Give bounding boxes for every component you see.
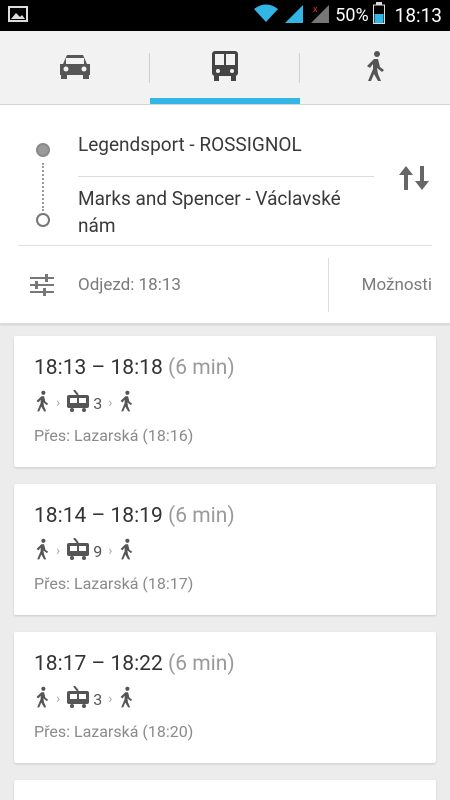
result-legs: › 9 › <box>34 537 416 564</box>
result-via: Přes: Lazarská (18:17) <box>34 574 194 593</box>
walk-icon <box>364 50 386 86</box>
chevron-right-icon: › <box>56 543 61 559</box>
walk-icon <box>34 686 50 712</box>
selected-tab-indicator <box>150 98 300 104</box>
departure-time-label: Odjezd: 18:13 <box>78 274 181 295</box>
results-list: 18:13 – 18:18 (6 min) › 3 › Přes: Lazars… <box>0 324 450 800</box>
swap-icon <box>397 164 431 196</box>
result-duration: (6 min) <box>168 652 235 676</box>
options-row: Odjezd: 18:13 Možnosti <box>18 245 432 323</box>
sliders-icon <box>18 273 74 296</box>
route-card: Legendsport - ROSSIGNOL Marks and Spence… <box>0 105 450 324</box>
tab-walk[interactable] <box>300 31 450 104</box>
gallery-notification-icon <box>8 5 28 26</box>
result-via: Přes: Lazarská (18:20) <box>34 722 194 741</box>
result-legs: › 3 › <box>34 685 416 712</box>
swap-button[interactable] <box>378 115 450 245</box>
result-times: 18:17 – 18:22 <box>34 652 163 676</box>
chevron-right-icon: › <box>108 395 113 411</box>
svg-text:x: x <box>313 4 318 14</box>
result-duration: (6 min) <box>168 356 235 380</box>
walk-icon <box>118 686 134 712</box>
result-duration: (6 min) <box>168 504 235 528</box>
destination-marker-icon <box>36 213 50 227</box>
status-bar: x 50% 18:13 <box>0 0 450 31</box>
tram-icon <box>66 537 90 564</box>
wifi-icon <box>253 3 279 28</box>
result-card[interactable]: 18:17 – 18:22 (6 min) › 3 › Přes: Lazars… <box>14 632 436 763</box>
result-times: 18:13 – 18:18 <box>34 356 163 380</box>
result-card[interactable]: 18:13 – 18:18 (6 min) › 3 › Přes: Lazars… <box>14 336 436 467</box>
result-card[interactable] <box>14 780 436 800</box>
line-number: 3 <box>93 689 103 709</box>
battery-icon <box>372 2 385 29</box>
route-dotted-line <box>42 163 44 211</box>
line-number: 3 <box>93 393 103 413</box>
travel-mode-tabs <box>0 31 450 105</box>
bus-icon <box>211 50 239 86</box>
walk-icon <box>118 538 134 564</box>
tab-transit[interactable] <box>150 31 300 104</box>
tab-car[interactable] <box>0 31 150 104</box>
origin-field[interactable]: Legendsport - ROSSIGNOL <box>78 115 374 177</box>
result-via: Přes: Lazarská (18:16) <box>34 426 194 445</box>
clock: 18:13 <box>394 4 442 27</box>
chevron-right-icon: › <box>56 691 61 707</box>
departure-time-button[interactable]: Odjezd: 18:13 <box>18 246 328 323</box>
tram-icon <box>66 389 90 416</box>
chevron-right-icon: › <box>56 395 61 411</box>
chevron-right-icon: › <box>108 543 113 559</box>
result-times: 18:14 – 18:19 <box>34 504 163 528</box>
result-legs: › 3 › <box>34 389 416 416</box>
walk-icon <box>118 390 134 416</box>
signal-no-sim-icon: x <box>309 3 331 28</box>
options-button[interactable]: Možnosti <box>328 257 432 312</box>
tram-icon <box>66 685 90 712</box>
route-markers <box>0 115 78 245</box>
car-icon <box>57 52 93 84</box>
route-inputs: Legendsport - ROSSIGNOL Marks and Spence… <box>0 105 450 245</box>
line-number: 9 <box>93 541 103 561</box>
origin-marker-icon <box>36 143 50 157</box>
walk-icon <box>34 538 50 564</box>
chevron-right-icon: › <box>108 691 113 707</box>
walk-icon <box>34 390 50 416</box>
battery-percent: 50% <box>335 5 369 26</box>
result-card[interactable]: 18:14 – 18:19 (6 min) › 9 › Přes: Lazars… <box>14 484 436 615</box>
destination-field[interactable]: Marks and Spencer - Václavské nám <box>78 177 378 245</box>
signal-icon <box>283 3 305 28</box>
